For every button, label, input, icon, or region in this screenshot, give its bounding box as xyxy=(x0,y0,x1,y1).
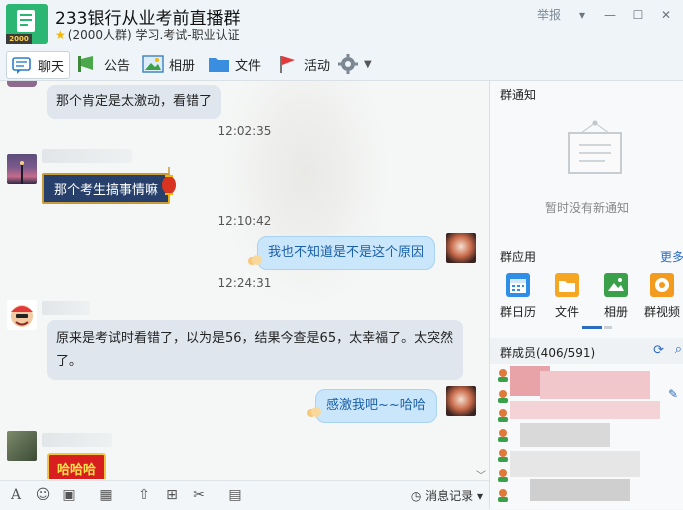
group-size-badge: 2000 xyxy=(6,34,32,44)
cloud-decoration-icon xyxy=(248,251,262,265)
video-icon xyxy=(650,273,674,297)
member-avatar-icon[interactable] xyxy=(496,367,510,382)
image-icon[interactable]: ▦ xyxy=(97,487,115,503)
tab-files[interactable]: 文件 xyxy=(208,51,261,77)
avatar[interactable] xyxy=(7,154,37,184)
star-icon: ★ xyxy=(55,28,66,42)
app-album[interactable]: 相册 xyxy=(594,273,638,320)
settings-menu[interactable]: ▼ xyxy=(337,51,372,77)
photo-icon xyxy=(604,273,628,297)
member-avatar-icon[interactable] xyxy=(496,427,510,442)
notice-board-icon xyxy=(565,119,622,174)
tab-activity[interactable]: 活动 xyxy=(277,51,330,77)
member-avatar-icon[interactable] xyxy=(496,467,510,482)
folder-icon xyxy=(208,54,230,74)
app-calendar-label: 群日历 xyxy=(499,305,536,319)
cloud-decoration-icon xyxy=(307,403,321,417)
chevron-down-icon: ▼ xyxy=(364,58,372,70)
close-icon[interactable]: ✕ xyxy=(659,8,673,22)
member-avatar-icon[interactable] xyxy=(496,487,510,502)
message-timestamp: 12:02:35 xyxy=(217,124,272,138)
avatar[interactable] xyxy=(7,300,37,330)
window-header: 2000 233银行从业考前直播群 ★ (2000人群) 学习.考试-职业认证 举… xyxy=(0,0,683,48)
tab-notice[interactable]: 公告 xyxy=(77,51,130,77)
dropdown-icon[interactable]: ▾ xyxy=(575,8,589,22)
document-icon xyxy=(17,10,35,32)
message-bubble-self: 感激我吧~~哈哈 xyxy=(315,389,437,423)
message-history-button[interactable]: ◷ 消息记录 ▾ xyxy=(411,487,483,504)
notice-empty-text: 暂时没有新通知 xyxy=(544,201,629,215)
gift-icon[interactable]: ▣ xyxy=(60,487,78,503)
group-avatar[interactable]: 2000 xyxy=(6,4,48,44)
report-button[interactable]: 举报 xyxy=(537,6,561,23)
avatar[interactable] xyxy=(7,431,37,461)
gift-box-icon[interactable]: ⊞ xyxy=(163,487,181,503)
app-video[interactable]: 群视频 xyxy=(644,273,683,320)
app-files[interactable]: 文件 xyxy=(545,273,589,320)
message-bubble: 原来是考试时看错了，以为是56，结果今查是65，太幸福了。太突然了。 xyxy=(47,320,463,380)
message-bubble: 那个肯定是太激动，看错了 xyxy=(47,85,222,119)
avatar[interactable] xyxy=(7,81,37,87)
self-avatar[interactable] xyxy=(446,233,476,263)
upload-icon[interactable]: ⇧ xyxy=(135,487,153,503)
minimize-icon[interactable]: — xyxy=(603,8,617,22)
calendar-icon xyxy=(506,273,530,297)
apps-page-indicator[interactable] xyxy=(582,326,602,329)
member-avatar-icon[interactable] xyxy=(496,388,510,403)
apps-more-link[interactable]: 更多 xyxy=(660,248,683,265)
self-avatar[interactable] xyxy=(446,386,476,416)
lantern-decoration-icon xyxy=(160,167,178,207)
chat-history[interactable]: 那个肯定是太激动，看错了 12:02:35 那个考生搞事情嘛 12:10:42 … xyxy=(0,81,489,479)
share-icon[interactable]: ⟳ xyxy=(653,343,664,358)
tab-chat-label: 聊天 xyxy=(38,59,65,75)
message-history-label: 消息记录 xyxy=(425,489,474,503)
main-toolbar: 聊天 公告 相册 文件 活动 ▼ xyxy=(0,48,683,81)
chat-icon xyxy=(11,55,33,75)
tab-chat[interactable]: 聊天 xyxy=(6,51,71,79)
input-toolbar: A ☺ ▣ ▦ ⇧ ⊞ ✂ ▤ ◷ 消息记录 ▾ xyxy=(0,480,489,510)
clock-icon: ◷ xyxy=(410,489,422,503)
right-panel: 群通知 暂时没有新通知 群应用 更多 群日历 文件 相册 群视频 群成员(406… xyxy=(489,81,683,509)
group-category: (2000人群) 学习.考试-职业认证 xyxy=(67,28,240,42)
photo-icon xyxy=(142,54,164,74)
folder-icon xyxy=(555,273,579,297)
member-list-blurred[interactable] xyxy=(510,361,670,509)
maximize-icon[interactable]: ☐ xyxy=(631,8,645,22)
app-album-label: 相册 xyxy=(603,305,628,319)
search-icon[interactable]: ⌕ xyxy=(675,342,682,357)
scissors-icon[interactable]: ✂ xyxy=(190,487,208,503)
tab-files-label: 文件 xyxy=(235,58,262,74)
sender-name-blurred xyxy=(42,301,90,315)
tab-album-label: 相册 xyxy=(169,58,196,74)
member-avatar-icon[interactable] xyxy=(496,407,510,422)
sender-name-blurred xyxy=(42,433,112,447)
font-icon[interactable]: A xyxy=(7,487,25,503)
message-timestamp: 12:10:42 xyxy=(217,214,272,228)
tab-notice-label: 公告 xyxy=(104,58,131,74)
group-subtitle: ★ (2000人群) 学习.考试-职业认证 xyxy=(55,26,240,43)
apps-title: 群应用 xyxy=(500,250,537,264)
sender-name-blurred xyxy=(42,149,132,163)
emoji-icon[interactable]: ☺ xyxy=(34,487,52,503)
window-controls: 举报 ▾ — ☐ ✕ xyxy=(537,6,673,23)
app-files-label: 文件 xyxy=(554,305,579,319)
message-bubble: 哈哈哈 xyxy=(47,453,107,479)
flag-icon xyxy=(277,54,299,74)
screenshot-icon[interactable]: ▤ xyxy=(226,487,244,503)
message-timestamp: 12:24:31 xyxy=(217,276,272,290)
member-avatar-icon[interactable] xyxy=(496,447,510,462)
scroll-down-icon[interactable]: ﹀ xyxy=(476,467,486,479)
message-bubble: 那个考生搞事情嘛 xyxy=(42,173,171,204)
message-bubble-self: 我也不知道是不是这个原因 xyxy=(257,236,436,270)
notice-title: 群通知 xyxy=(500,88,537,102)
app-calendar[interactable]: 群日历 xyxy=(496,273,540,320)
app-video-label: 群视频 xyxy=(644,305,681,319)
apps-page-indicator[interactable] xyxy=(604,326,612,329)
megaphone-icon xyxy=(77,54,99,74)
tab-activity-label: 活动 xyxy=(304,58,331,74)
gear-icon xyxy=(337,54,359,74)
tab-album[interactable]: 相册 xyxy=(142,51,195,77)
members-title: 群成员(406/591) xyxy=(500,346,596,360)
